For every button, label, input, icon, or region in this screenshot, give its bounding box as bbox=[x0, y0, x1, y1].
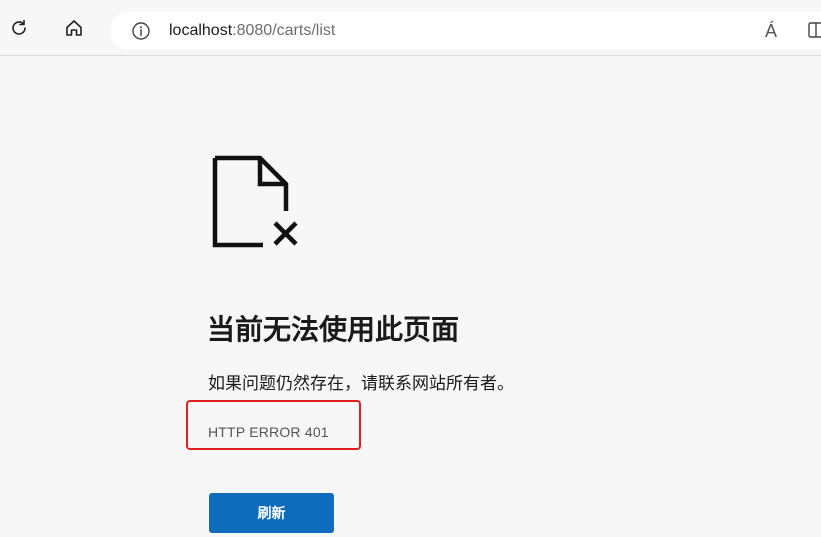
read-aloud-icon[interactable]: Á bbox=[760, 20, 782, 42]
broken-document-icon bbox=[212, 155, 298, 248]
url-host: localhost bbox=[169, 22, 233, 39]
split-screen-button[interactable] bbox=[806, 20, 821, 40]
info-icon[interactable] bbox=[130, 20, 152, 42]
reload-button[interactable] bbox=[5, 14, 33, 42]
reload-icon bbox=[12, 19, 26, 35]
home-icon bbox=[66, 20, 82, 36]
url-path: :8080/carts/list bbox=[232, 22, 336, 39]
browser-toolbar: localhost:8080/carts/list Á bbox=[0, 0, 821, 56]
home-button[interactable] bbox=[60, 14, 88, 42]
error-code: HTTP ERROR 401 bbox=[208, 424, 329, 440]
page-title: 当前无法使用此页面 bbox=[207, 313, 460, 346]
split-screen-icon bbox=[808, 22, 821, 38]
address-bar[interactable]: localhost:8080/carts/list bbox=[110, 12, 821, 50]
refresh-button[interactable]: 刷新 bbox=[209, 493, 334, 533]
url-text[interactable]: localhost:8080/carts/list bbox=[169, 22, 335, 40]
error-message: 如果问题仍然存在，请联系网站所有者。 bbox=[208, 374, 514, 394]
